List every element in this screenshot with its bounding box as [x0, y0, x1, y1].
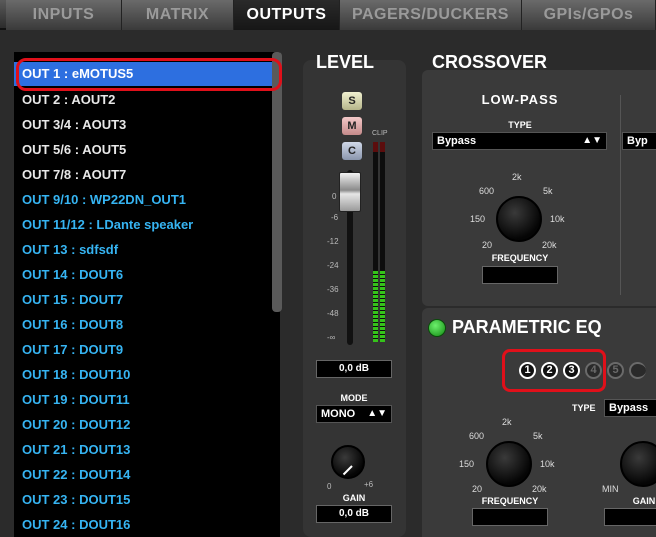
mode-select[interactable]: MONO ▲▼ — [316, 405, 392, 423]
peq-gain-label: GAIN — [632, 496, 656, 506]
peq-frequency-label: FREQUENCY — [481, 496, 539, 506]
peq-gain-readout[interactable] — [604, 508, 656, 526]
lowpass-frequency-label: FREQUENCY — [491, 253, 549, 263]
scale-tick: -48 — [327, 309, 339, 318]
power-icon[interactable] — [428, 319, 446, 337]
gain-label: GAIN — [342, 493, 366, 503]
output-item[interactable]: OUT 21 : DOUT13 — [14, 438, 276, 462]
level-meter-left — [373, 142, 378, 342]
freq-tick: 10k — [550, 214, 565, 224]
lowpass-frequency-readout[interactable] — [482, 266, 558, 284]
freq-tick: 2k — [512, 172, 522, 182]
band-5-button[interactable]: 5 — [607, 362, 624, 379]
gain-readout[interactable]: 0,0 dB — [316, 505, 392, 523]
level-readout[interactable]: 0,0 dB — [316, 360, 392, 378]
output-item[interactable]: OUT 13 : sdfsdf — [14, 238, 276, 262]
output-item[interactable]: OUT 15 : DOUT7 — [14, 288, 276, 312]
select-caret-icon: ▲▼ — [367, 408, 387, 419]
lowpass-frequency-knob[interactable] — [496, 196, 542, 242]
scale-tick: -24 — [327, 261, 339, 270]
freq-tick: 600 — [469, 431, 485, 441]
config-button[interactable]: C — [342, 142, 362, 160]
tab-matrix[interactable]: MATRIX — [122, 0, 234, 30]
clip-label: CLIP — [372, 130, 388, 137]
highpass-type-select[interactable]: Byp — [622, 132, 656, 150]
parametric-eq-title: PARAMETRIC EQ — [452, 317, 602, 337]
solo-button[interactable]: S — [342, 92, 362, 110]
freq-tick: 5k — [543, 186, 553, 196]
tab-bar: INPUTS MATRIX OUTPUTS PAGERS/DUCKERS GPI… — [0, 0, 656, 30]
output-item[interactable]: OUT 18 : DOUT10 — [14, 363, 276, 387]
gain-knob[interactable] — [331, 445, 365, 479]
output-item[interactable]: OUT 23 : DOUT15 — [14, 488, 276, 512]
highpass-type-value: Byp — [627, 135, 648, 147]
mode-label: MODE — [340, 393, 368, 403]
output-item[interactable]: OUT 19 : DOUT11 — [14, 388, 276, 412]
peq-gain-min-label: MIN — [602, 484, 619, 494]
freq-tick: 150 — [459, 459, 475, 469]
select-caret-icon: ▲▼ — [582, 135, 602, 146]
gain-max-label: +6 — [364, 480, 374, 489]
output-item[interactable]: OUT 9/10 : WP22DN_OUT1 — [14, 188, 276, 212]
freq-tick: 20 — [482, 240, 493, 250]
level-title: LEVEL — [316, 52, 375, 72]
output-item[interactable]: OUT 2 : AOUT2 — [14, 88, 276, 112]
freq-tick: 10k — [540, 459, 555, 469]
freq-tick: 150 — [470, 214, 486, 224]
output-item[interactable]: OUT 16 : DOUT8 — [14, 313, 276, 337]
output-item[interactable]: OUT 14 : DOUT6 — [14, 263, 276, 287]
output-item[interactable]: OUT 5/6 : AOUT5 — [14, 138, 276, 162]
freq-tick: 2k — [502, 417, 512, 427]
tab-pagers-duckers[interactable]: PAGERS/DUCKERS — [340, 0, 522, 30]
peq-type-label: TYPE — [572, 403, 596, 413]
lowpass-type-label: TYPE — [508, 120, 532, 130]
scale-tick: -6 — [331, 213, 339, 222]
scale-tick: -36 — [327, 285, 339, 294]
peq-frequency-readout[interactable] — [472, 508, 548, 526]
mute-button[interactable]: M — [342, 117, 362, 135]
freq-tick: 20k — [532, 484, 547, 494]
lowpass-title: LOW-PASS — [481, 92, 559, 107]
crossover-divider — [620, 95, 621, 295]
annotation-highlight-bands — [502, 349, 606, 392]
lowpass-type-value: Bypass — [437, 135, 477, 147]
annotation-highlight-out1 — [16, 58, 282, 91]
scale-tick: -∞ — [327, 333, 336, 342]
output-item[interactable]: OUT 20 : DOUT12 — [14, 413, 276, 437]
gain-min-label: 0 — [327, 482, 332, 491]
output-item[interactable]: OUT 7/8 : AOUT7 — [14, 163, 276, 187]
freq-tick: 600 — [479, 186, 495, 196]
peq-type-value: Bypass — [609, 402, 649, 414]
output-list: OUT 1 : eMOTUS5 OUT 2 : AOUT2 OUT 3/4 : … — [14, 52, 280, 537]
output-item[interactable]: OUT 3/4 : AOUT3 — [14, 113, 276, 137]
level-meter-right — [380, 142, 385, 342]
level-fader-handle[interactable] — [339, 172, 361, 212]
freq-tick: 5k — [533, 431, 543, 441]
lowpass-type-select[interactable]: Bypass ▲▼ — [432, 132, 607, 150]
freq-tick: 20k — [542, 240, 557, 250]
mode-value: MONO — [321, 408, 356, 420]
band-more-button[interactable] — [629, 362, 646, 379]
output-item[interactable]: OUT 17 : DOUT9 — [14, 338, 276, 362]
tab-outputs[interactable]: OUTPUTS — [234, 0, 340, 30]
freq-tick: 20 — [472, 484, 483, 494]
output-item[interactable]: OUT 11/12 : LDante speaker — [14, 213, 276, 237]
peq-type-select[interactable]: Bypass — [604, 399, 656, 417]
output-item[interactable]: OUT 22 : DOUT14 — [14, 463, 276, 487]
scale-tick: -12 — [327, 237, 339, 246]
peq-frequency-knob[interactable] — [486, 441, 532, 487]
scale-tick: 0 — [332, 192, 337, 201]
output-list-scrollbar[interactable] — [272, 52, 282, 312]
output-item[interactable]: OUT 24 : DOUT16 — [14, 513, 276, 537]
tab-inputs[interactable]: INPUTS — [6, 0, 122, 30]
tab-gpis-gpos[interactable]: GPIs/GPOs — [522, 0, 656, 30]
